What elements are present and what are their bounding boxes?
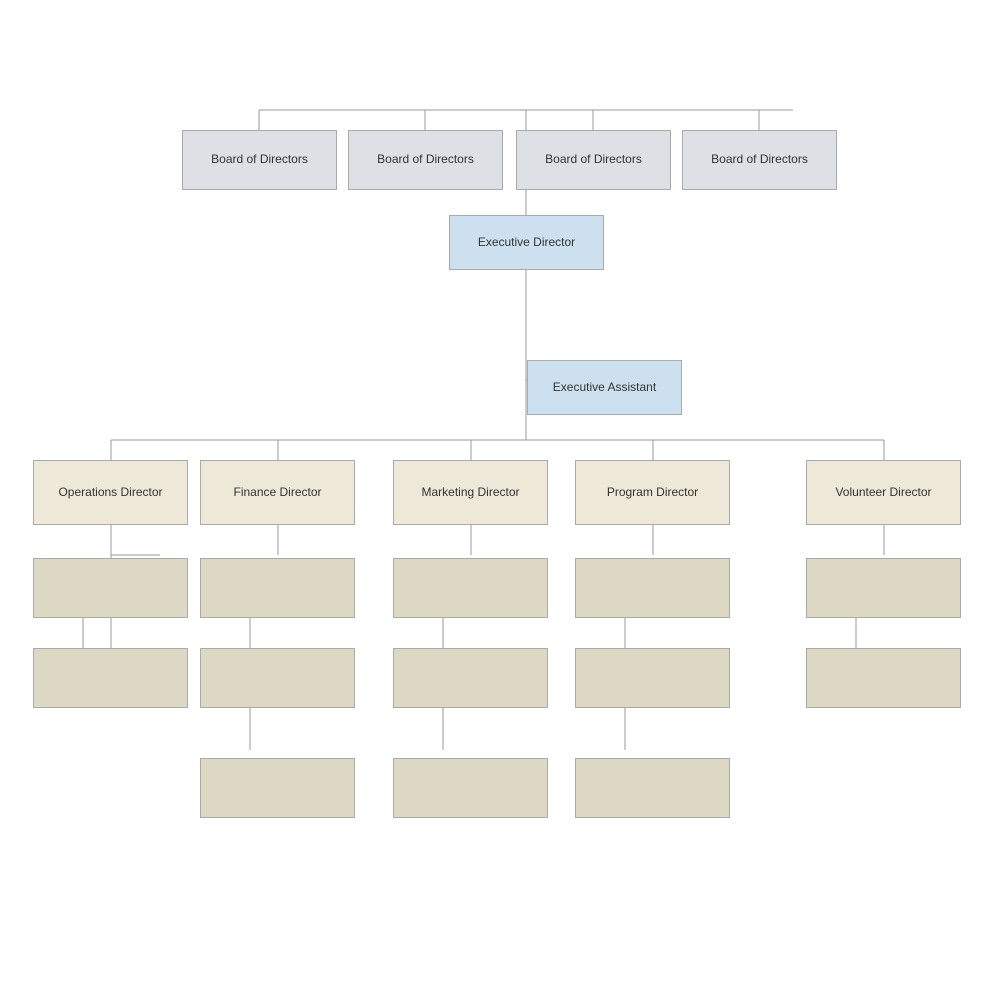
fin-sub-1	[200, 558, 355, 618]
marketing-director-node: Marketing Director	[393, 460, 548, 525]
finance-director-node: Finance Director	[200, 460, 355, 525]
mkt-sub-1	[393, 558, 548, 618]
board-node-4: Board of Directors	[682, 130, 837, 190]
fin-sub-3	[200, 758, 355, 818]
mkt-sub-2	[393, 648, 548, 708]
prog-sub-2	[575, 648, 730, 708]
ops-sub-2	[33, 648, 188, 708]
ops-sub-1	[33, 558, 188, 618]
board-node-3: Board of Directors	[516, 130, 671, 190]
board-node-1: Board of Directors	[182, 130, 337, 190]
operations-director-node: Operations Director	[33, 460, 188, 525]
executive-assistant-node: Executive Assistant	[527, 360, 682, 415]
program-director-node: Program Director	[575, 460, 730, 525]
prog-sub-3	[575, 758, 730, 818]
fin-sub-2	[200, 648, 355, 708]
board-node-2: Board of Directors	[348, 130, 503, 190]
mkt-sub-3	[393, 758, 548, 818]
org-chart: Board of Directors Board of Directors Bo…	[0, 0, 1000, 1000]
volunteer-director-node: Volunteer Director	[806, 460, 961, 525]
vol-sub-1	[806, 558, 961, 618]
prog-sub-1	[575, 558, 730, 618]
executive-director-node: Executive Director	[449, 215, 604, 270]
vol-sub-2	[806, 648, 961, 708]
